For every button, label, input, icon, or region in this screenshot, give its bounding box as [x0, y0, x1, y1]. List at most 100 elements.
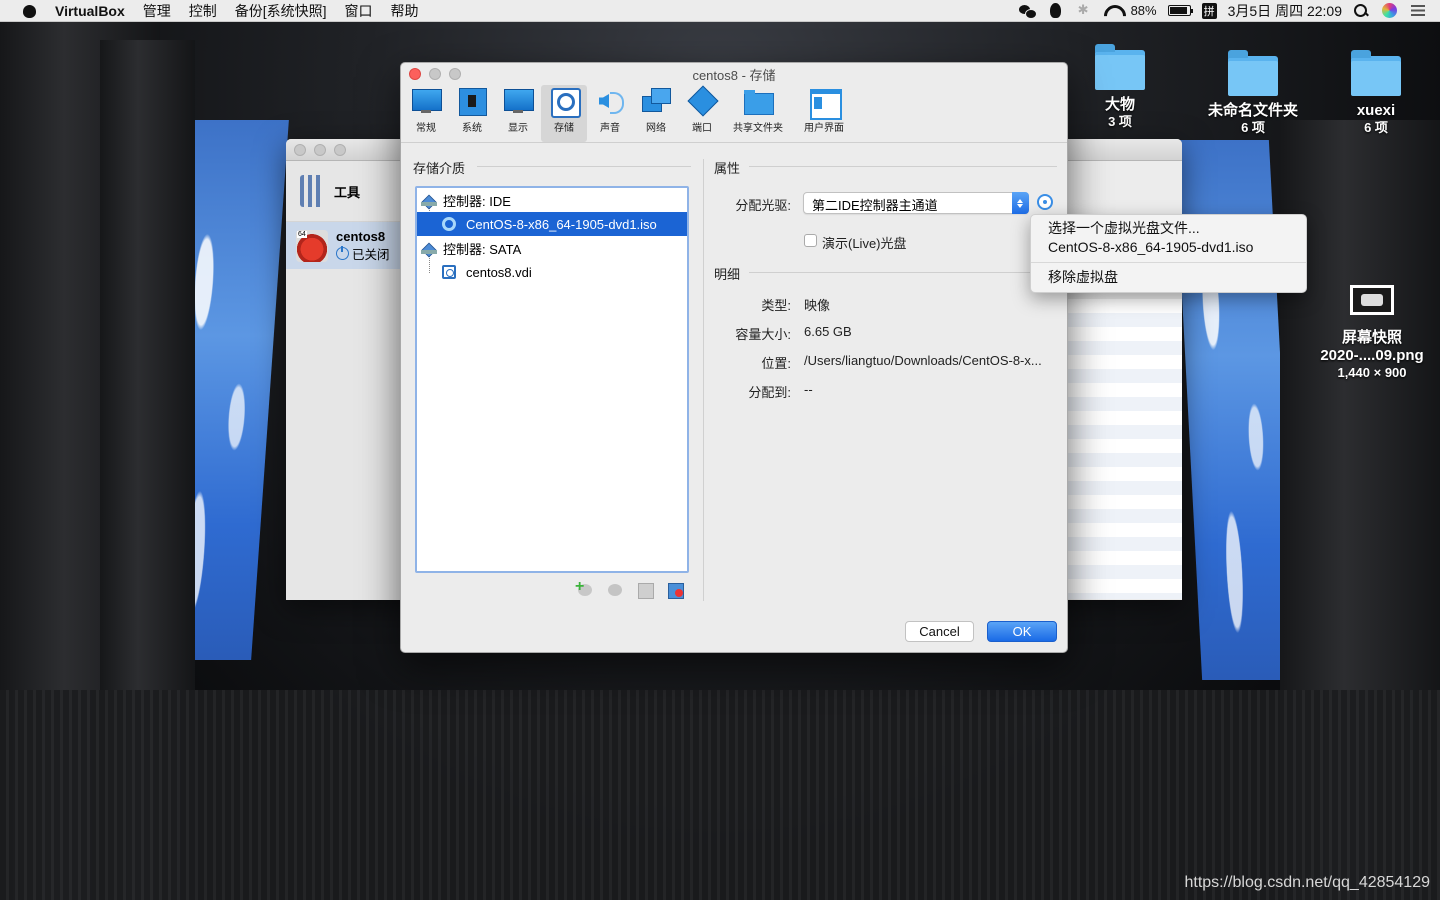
menu-manage[interactable]: 管理 [134, 1, 180, 21]
wallpaper-ground [0, 690, 1440, 900]
live-cd-checkbox[interactable] [804, 234, 817, 247]
location-value: /Users/liangtuo/Downloads/CentOS-8-x... [804, 353, 1042, 368]
bluetooth-icon[interactable] [1075, 2, 1092, 18]
tree-vdi-item[interactable]: centos8.vdi [417, 260, 687, 284]
system-icon [457, 87, 487, 116]
attached-to-label: 分配到: [748, 385, 791, 400]
add-hard-disk-icon[interactable] [636, 581, 654, 599]
desktop-folder-untitled[interactable]: 未命名文件夹 6 项 [1188, 50, 1318, 136]
tab-general[interactable]: 常规 [403, 85, 449, 142]
desktop-folder-dawu[interactable]: 大物 3 项 [1055, 44, 1185, 130]
details-heading: 明细 [714, 267, 741, 282]
type-value: 映像 [804, 298, 831, 313]
menu-control[interactable]: 控制 [180, 1, 226, 21]
tools-icon [298, 175, 326, 207]
tree-ide-controller[interactable]: 控制器: IDE [417, 188, 687, 212]
tab-label: 显示 [508, 123, 528, 134]
tab-ports[interactable]: 端口 [679, 85, 725, 142]
watermark-text: https://blog.csdn.net/qq_42854129 [1184, 874, 1430, 891]
optical-disk-popup-menu: 选择一个虚拟光盘文件... CentOS-8-x86_64-1905-dvd1.… [1030, 214, 1307, 293]
screenshot-thumbnail-icon [1350, 285, 1394, 315]
vm-state-label: 已关闭 [352, 247, 390, 262]
battery-icon[interactable] [1167, 5, 1193, 16]
redhat-os-icon [296, 229, 328, 262]
minimize-window-button[interactable] [314, 143, 326, 156]
attributes-heading: 属性 [714, 161, 741, 176]
type-label: 类型: [761, 298, 791, 313]
sata-controller-icon [421, 241, 437, 255]
sidebar-tools-item[interactable]: 工具 [286, 161, 400, 221]
vm-state: 已关闭 [336, 244, 390, 263]
apple-menu-icon[interactable] [20, 4, 40, 18]
tab-display[interactable]: 显示 [495, 85, 541, 142]
notification-center-icon[interactable] [1409, 3, 1426, 18]
zoom-window-button[interactable] [334, 143, 346, 156]
size-label: 容量大小: [735, 327, 791, 342]
menu-window[interactable]: 窗口 [336, 1, 382, 21]
manager-sidebar: 工具 centos8 已关闭 [286, 161, 401, 600]
menu-item-recent-iso[interactable]: CentOS-8-x86_64-1905-dvd1.iso [1031, 238, 1306, 257]
wifi-icon[interactable] [1103, 3, 1120, 18]
tab-network[interactable]: 网络 [633, 85, 679, 142]
tab-shared-folders[interactable]: 共享文件夹 [725, 85, 791, 142]
add-optical-drive-icon[interactable] [606, 581, 624, 599]
select-arrows-icon [1012, 192, 1029, 214]
controller-label: 控制器: IDE [443, 193, 511, 209]
file-name-line2: 2020-....09.png [1320, 347, 1424, 364]
tab-label: 网络 [646, 123, 666, 134]
folder-icon [1228, 50, 1278, 96]
dialog-titlebar: centos8 - 存储 [401, 63, 1067, 85]
optical-drive-select[interactable]: 第二IDE控制器主通道 [803, 192, 1029, 214]
folder-name: 大物 [1104, 96, 1135, 113]
storage-tree-toolbar [575, 578, 684, 599]
menu-item-remove-disk[interactable]: 移除虚拟盘 [1031, 268, 1306, 287]
tree-iso-item[interactable]: CentOS-8-x86_64-1905-dvd1.iso [417, 212, 687, 236]
input-method-icon[interactable]: 拼 [1201, 2, 1217, 19]
live-cd-label: 演示(Live)光盘 [822, 236, 907, 251]
tab-label: 用户界面 [804, 123, 844, 134]
optical-disc-icon [442, 217, 456, 231]
hard-disk-icon [442, 265, 456, 279]
user-interface-icon [809, 87, 842, 120]
choose-disk-icon[interactable] [1037, 194, 1053, 210]
tab-system[interactable]: 系统 [449, 85, 495, 142]
menu-clock[interactable]: 3月5日 周四 22:09 [1228, 1, 1342, 21]
menu-help[interactable]: 帮助 [382, 1, 428, 21]
ok-button[interactable]: OK [987, 621, 1057, 642]
tab-storage[interactable]: 存储 [541, 85, 587, 142]
tab-label: 存储 [554, 123, 574, 134]
desktop-folder-xuexi[interactable]: xuexi 6 项 [1311, 50, 1440, 136]
siri-icon[interactable] [1381, 3, 1398, 18]
folder-icon [1351, 50, 1401, 96]
dialog-title: centos8 - 存储 [692, 67, 776, 83]
tab-audio[interactable]: 声音 [587, 85, 633, 142]
vm-name: centos8 [336, 228, 386, 244]
cancel-button[interactable]: Cancel [905, 621, 974, 642]
qq-icon[interactable] [1047, 3, 1064, 18]
wechat-icon[interactable] [1018, 3, 1037, 19]
battery-percent[interactable]: 88% [1131, 3, 1157, 18]
folder-name: xuexi [1356, 102, 1396, 119]
tab-label: 声音 [600, 123, 620, 134]
desktop-screenshot-file[interactable]: 屏幕快照 2020-....09.png 1,440 × 900 [1307, 285, 1437, 381]
folder-name: 未命名文件夹 [1207, 102, 1298, 119]
ide-controller-icon [421, 193, 437, 207]
menu-item-choose-disk-file[interactable]: 选择一个虚拟光盘文件... [1031, 219, 1306, 238]
remove-attachment-icon[interactable] [666, 581, 684, 599]
display-icon [503, 87, 534, 115]
settings-toolbar: 常规 系统 显示 存储 声音 网络 端口 共享文件夹 用户界面 [401, 85, 1067, 143]
network-icon [641, 87, 671, 115]
spotlight-search-icon[interactable] [1353, 3, 1370, 18]
divider [749, 272, 1031, 273]
menu-snapshot[interactable]: 备份[系统快照] [226, 1, 336, 21]
storage-tree: 控制器: IDE CentOS-8-x86_64-1905-dvd1.iso 控… [415, 186, 689, 573]
manager-details-list [1068, 299, 1182, 599]
file-dimensions: 1,440 × 900 [1337, 365, 1407, 380]
tree-sata-controller[interactable]: 控制器: SATA [417, 236, 687, 260]
close-window-button[interactable] [294, 143, 306, 156]
vm-list-item-centos8[interactable]: centos8 已关闭 [286, 221, 400, 269]
add-controller-icon[interactable] [575, 578, 594, 599]
tab-user-interface[interactable]: 用户界面 [791, 85, 857, 142]
menu-app-virtualbox[interactable]: VirtualBox [55, 3, 134, 19]
storage-media-heading: 存储介质 [413, 161, 466, 176]
